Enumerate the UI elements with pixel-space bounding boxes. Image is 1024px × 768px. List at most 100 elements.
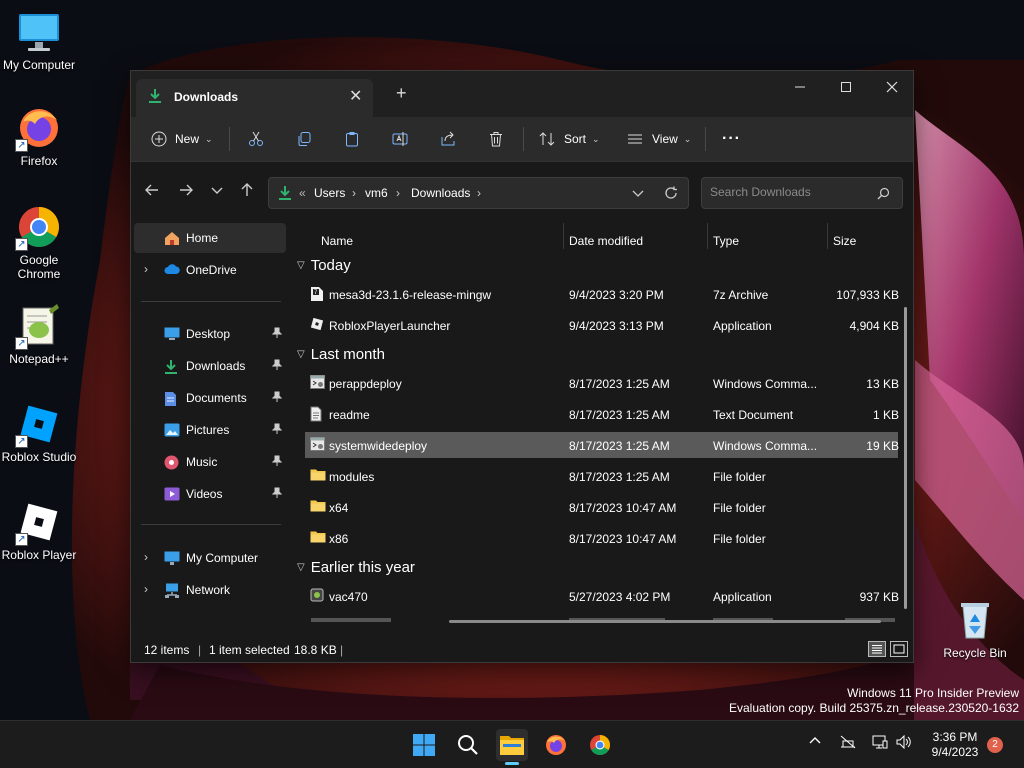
group-header-last-month[interactable]: ▽ Last month — [297, 346, 385, 363]
search-icon[interactable] — [877, 187, 890, 203]
column-divider[interactable] — [563, 223, 564, 249]
copy-button[interactable] — [296, 127, 312, 151]
rename-button[interactable] — [392, 127, 408, 151]
close-button[interactable] — [869, 71, 915, 103]
start-button[interactable] — [408, 729, 440, 761]
notification-badge[interactable]: 2 — [987, 737, 1003, 753]
column-divider[interactable] — [707, 223, 708, 249]
sort-button[interactable]: Sort ⌄ — [539, 127, 600, 151]
sidebar-item-network[interactable]: › Network — [134, 575, 286, 605]
chevron-right-icon[interactable]: › — [144, 582, 148, 596]
chevron-down-icon: ⌄ — [592, 133, 600, 144]
desktop-icon-roblox-player[interactable]: ↗ Roblox Player — [0, 498, 80, 562]
details-view-button[interactable] — [868, 641, 886, 657]
breadcrumb-users[interactable]: Users — [314, 186, 345, 200]
taskbar-chrome[interactable] — [584, 729, 616, 761]
desktop-icon-firefox[interactable]: ↗ Firefox — [0, 104, 80, 168]
pin-icon[interactable] — [271, 359, 283, 374]
script-icon — [310, 437, 325, 454]
breadcrumb-downloads[interactable]: Downloads — [411, 186, 470, 200]
sidebar-item-pictures[interactable]: Pictures — [134, 415, 286, 445]
up-arrow-icon[interactable] — [240, 183, 254, 201]
view-button[interactable]: View ⌄ — [627, 127, 691, 151]
search-button[interactable] — [452, 729, 484, 761]
more-options-button[interactable]: ··· — [722, 127, 741, 151]
pin-icon[interactable] — [271, 423, 283, 438]
desktop-icon-my-computer[interactable]: My Computer — [0, 8, 80, 72]
file-row[interactable]: modules 8/17/2023 1:25 AM File folder — [305, 463, 898, 489]
file-row[interactable]: readme 8/17/2023 1:25 AM Text Document 1… — [305, 401, 899, 427]
file-row-selected[interactable]: systemwidedeploy 8/17/2023 1:25 AM Windo… — [305, 432, 899, 458]
system-clock[interactable]: 3:36 PM 9/4/2023 — [926, 730, 984, 760]
tab-downloads[interactable]: Downloads ✕ — [136, 79, 373, 117]
taskbar-firefox[interactable] — [540, 729, 572, 761]
file-row[interactable]: perappdeploy 8/17/2023 1:25 AM Windows C… — [305, 370, 899, 396]
sidebar-item-desktop[interactable]: Desktop — [134, 319, 286, 349]
search-box[interactable] — [701, 177, 903, 209]
chevron-down-icon[interactable]: ▽ — [297, 349, 305, 360]
recent-locations-chevron-icon[interactable] — [211, 183, 223, 201]
file-row[interactable]: 7 mesa3d-23.1.6-release-mingw 9/4/2023 3… — [305, 281, 899, 307]
breadcrumb-overflow[interactable]: « — [299, 186, 306, 200]
group-header-today[interactable]: ▽ Today — [297, 257, 351, 274]
sidebar-item-onedrive[interactable]: › OneDrive — [134, 255, 286, 285]
minimize-button[interactable] — [777, 71, 823, 103]
desktop-icon-roblox-studio[interactable]: ↗ Roblox Studio — [0, 400, 80, 464]
group-header-earlier-this-year[interactable]: ▽ Earlier this year — [297, 559, 415, 576]
chevron-right-icon[interactable]: › — [144, 262, 148, 276]
pin-icon[interactable] — [271, 455, 283, 470]
sidebar-item-home[interactable]: Home — [134, 223, 286, 253]
tiles-view-button[interactable] — [890, 641, 908, 657]
delete-button[interactable] — [488, 127, 504, 151]
cut-button[interactable] — [248, 127, 264, 151]
refresh-icon[interactable] — [664, 186, 678, 203]
display-icon[interactable] — [872, 735, 888, 752]
chevron-down-icon[interactable]: ▽ — [297, 260, 305, 271]
desktop-icon-notepad-plus-plus[interactable]: ↗ Notepad++ — [0, 302, 80, 366]
address-bar[interactable]: « Users › vm6 › Downloads › — [268, 177, 689, 209]
sidebar-item-music[interactable]: Music — [134, 447, 286, 477]
column-divider[interactable] — [827, 223, 828, 249]
sidebar-item-downloads[interactable]: Downloads — [134, 351, 286, 381]
file-row[interactable]: x64 8/17/2023 10:47 AM File folder — [305, 494, 898, 520]
volume-icon[interactable] — [896, 734, 912, 752]
breadcrumb-vm6[interactable]: vm6 — [365, 186, 388, 200]
share-button[interactable] — [440, 127, 456, 151]
search-input[interactable] — [710, 185, 870, 199]
desktop-icon-google-chrome[interactable]: ↗ Google Chrome — [0, 203, 80, 281]
breadcrumb-separator[interactable]: › — [396, 186, 400, 200]
chevron-right-icon[interactable]: › — [144, 550, 148, 564]
file-row[interactable]: vac470 5/27/2023 4:02 PM Application 937… — [305, 583, 899, 609]
column-header-name[interactable]: Name — [321, 234, 353, 248]
forward-arrow-icon[interactable] — [179, 183, 193, 201]
network-disconnected-icon[interactable] — [839, 735, 857, 752]
vertical-scrollbar[interactable] — [904, 307, 907, 609]
maximize-button[interactable] — [823, 71, 869, 103]
desktop-icon-recycle-bin[interactable]: Recycle Bin — [934, 596, 1016, 660]
pin-icon[interactable] — [271, 327, 283, 342]
chevron-down-icon[interactable]: ▽ — [297, 562, 305, 573]
tab-close-icon[interactable]: ✕ — [349, 86, 362, 106]
new-tab-icon[interactable]: + — [396, 83, 407, 104]
breadcrumb-separator[interactable]: › — [477, 186, 481, 200]
file-row[interactable]: RobloxPlayerLauncher 9/4/2023 3:13 PM Ap… — [305, 312, 899, 338]
new-button[interactable]: New ⌄ — [151, 127, 213, 151]
column-header-date-modified[interactable]: Date modified — [569, 234, 643, 248]
breadcrumb-separator[interactable]: › — [352, 186, 356, 200]
sidebar-item-videos[interactable]: Videos — [134, 479, 286, 509]
column-header-type[interactable]: Type — [713, 234, 739, 248]
pin-icon[interactable] — [271, 487, 283, 502]
title-bar[interactable]: Downloads ✕ + — [131, 71, 913, 117]
paste-button[interactable] — [344, 127, 360, 151]
taskbar-file-explorer[interactable] — [496, 729, 528, 765]
sidebar-item-my-computer[interactable]: › My Computer — [134, 543, 286, 573]
back-arrow-icon[interactable] — [145, 183, 159, 201]
horizontal-scrollbar[interactable] — [449, 620, 881, 623]
column-header-size[interactable]: Size — [833, 234, 856, 248]
file-row[interactable]: x86 8/17/2023 10:47 AM File folder — [305, 525, 898, 551]
show-hidden-icons-chevron-icon[interactable] — [809, 735, 821, 750]
pin-icon[interactable] — [271, 391, 283, 406]
sidebar-item-documents[interactable]: Documents — [134, 383, 286, 413]
sidebar-item-label: Downloads — [186, 359, 246, 373]
address-history-chevron-icon[interactable] — [632, 187, 644, 202]
